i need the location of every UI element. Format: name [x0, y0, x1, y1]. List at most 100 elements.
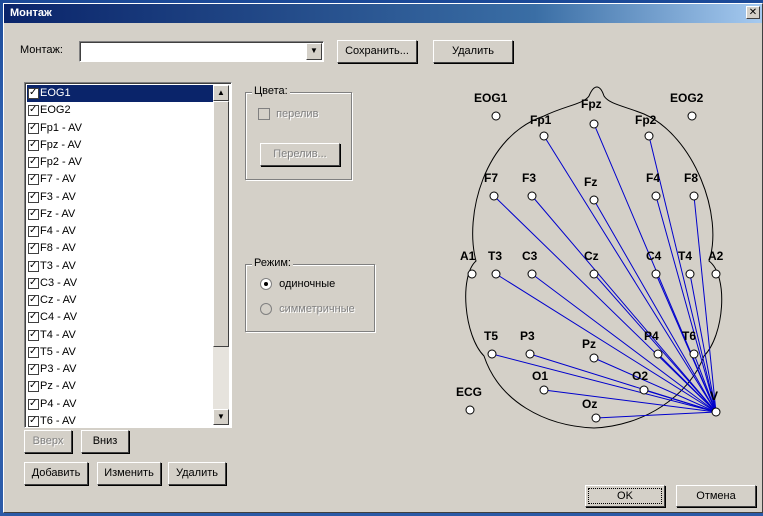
mode-group: Режим: одиночные симметричные — [245, 257, 375, 332]
electrode-t4-marker[interactable] — [685, 269, 695, 279]
montage-label: Монтаж: — [20, 44, 63, 56]
electrode-oz-marker[interactable] — [591, 413, 601, 423]
electrode-fp2-marker[interactable] — [644, 131, 654, 141]
checkbox-checked-icon[interactable] — [28, 122, 39, 134]
overflow-checkbox[interactable]: перелив — [258, 108, 318, 121]
checkbox-checked-icon[interactable] — [28, 226, 39, 238]
checkbox-checked-icon[interactable] — [28, 364, 39, 376]
list-item[interactable]: F8 - AV — [27, 240, 213, 257]
electrode-t3-marker[interactable] — [491, 269, 501, 279]
checkbox-checked-icon[interactable] — [28, 277, 39, 289]
electrode-eog2-marker[interactable] — [687, 111, 697, 121]
list-item[interactable]: Fz - AV — [27, 206, 213, 223]
list-item[interactable]: C3 - AV — [27, 275, 213, 292]
scroll-up-icon[interactable]: ▲ — [213, 85, 229, 101]
electrode-pz-marker[interactable] — [589, 353, 599, 363]
list-item[interactable]: F3 - AV — [27, 189, 213, 206]
list-item[interactable]: T5 - AV — [27, 344, 213, 361]
electrode-t5-marker[interactable] — [487, 349, 497, 359]
list-item[interactable]: C4 - AV — [27, 309, 213, 326]
checkbox-checked-icon[interactable] — [28, 208, 39, 220]
electrode-fp1-marker[interactable] — [539, 131, 549, 141]
scroll-down-icon[interactable]: ▼ — [213, 409, 229, 425]
list-item[interactable]: P3 - AV — [27, 361, 213, 378]
chevron-down-icon[interactable]: ▼ — [306, 43, 322, 60]
list-item[interactable]: Cz - AV — [27, 292, 213, 309]
save-montage-button[interactable]: Сохранить... — [337, 40, 417, 63]
electrode-c4-marker[interactable] — [651, 269, 661, 279]
list-item[interactable]: Fpz - AV — [27, 137, 213, 154]
checkbox-checked-icon[interactable] — [28, 105, 39, 117]
checkbox-checked-icon[interactable] — [28, 139, 39, 151]
electrode-cz-label: Cz — [584, 249, 599, 263]
delete-montage-button[interactable]: Удалить — [433, 40, 513, 63]
list-item[interactable]: Pz - AV — [27, 378, 213, 395]
mode-radio-single[interactable]: одиночные — [260, 278, 335, 291]
checkbox-checked-icon[interactable] — [28, 346, 39, 358]
electrode-o2-marker[interactable] — [639, 385, 649, 395]
list-item[interactable]: F7 - AV — [27, 171, 213, 188]
electrode-f3-marker[interactable] — [527, 191, 537, 201]
electrode-fz-marker[interactable] — [589, 195, 599, 205]
list-item[interactable]: EOG2 — [27, 102, 213, 119]
electrode-f8-marker[interactable] — [689, 191, 699, 201]
checkbox-checked-icon[interactable] — [28, 415, 39, 427]
connection-lines — [491, 123, 717, 419]
connection-line-c4 — [655, 273, 717, 413]
electrode-ecg-marker[interactable] — [465, 405, 475, 415]
checkbox-checked-icon[interactable] — [28, 243, 39, 255]
list-item[interactable]: T4 - AV — [27, 327, 213, 344]
electrode-f8-label: F8 — [684, 171, 698, 185]
channel-scrollbar[interactable]: ▲ ▼ — [213, 85, 229, 425]
checkbox-checked-icon[interactable] — [28, 398, 39, 410]
list-item[interactable]: Fp2 - AV — [27, 154, 213, 171]
electrode-t6-marker[interactable] — [689, 349, 699, 359]
overflow-button[interactable]: Перелив... — [260, 143, 340, 166]
close-icon[interactable]: ✕ — [746, 6, 760, 19]
electrode-head-map[interactable]: EOG1 EOG2 Fp1 Fpz Fp2 F7 F3 Fz F4 F8 A1 T3 C3 Cz C4 T4 A… — [444, 76, 744, 436]
list-item[interactable]: Fp1 - AV — [27, 120, 213, 137]
electrode-a2-marker[interactable] — [711, 269, 721, 279]
electrode-f4-marker[interactable] — [651, 191, 661, 201]
checkbox-checked-icon[interactable] — [28, 329, 39, 341]
checkbox-checked-icon[interactable] — [28, 295, 39, 307]
electrode-cz-marker[interactable] — [589, 269, 599, 279]
list-item[interactable]: T3 - AV — [27, 258, 213, 275]
checkbox-checked-icon[interactable] — [28, 157, 39, 169]
electrode-p3-marker[interactable] — [525, 349, 535, 359]
checkbox-checked-icon[interactable] — [28, 312, 39, 324]
electrode-av-marker[interactable] — [711, 407, 721, 417]
electrode-o1-marker[interactable] — [539, 385, 549, 395]
electrode-eog1-marker[interactable] — [491, 111, 501, 121]
checkbox-checked-icon[interactable] — [28, 381, 39, 393]
checkbox-checked-icon[interactable] — [28, 191, 39, 203]
electrode-f7-marker[interactable] — [489, 191, 499, 201]
ok-button[interactable]: OK — [585, 485, 665, 507]
move-down-button[interactable]: Вниз — [81, 430, 129, 453]
checkbox-checked-icon[interactable] — [28, 88, 39, 100]
montage-combobox[interactable]: ▼ — [79, 41, 324, 62]
electrode-fp1-label: Fp1 — [530, 113, 552, 127]
electrode-c3-marker[interactable] — [527, 269, 537, 279]
cancel-button[interactable]: Отмена — [676, 485, 756, 507]
list-item[interactable]: T6 - AV — [27, 413, 213, 427]
channel-listbox[interactable]: EOG1 EOG2 Fp1 - AV Fpz - AV Fp2 - AV F7 - AV F… — [24, 82, 232, 428]
list-item[interactable]: F4 - AV — [27, 223, 213, 240]
electrode-t4-label: T4 — [678, 249, 692, 263]
delete-channel-button[interactable]: Удалить — [168, 462, 226, 485]
electrode-eog1-label: EOG1 — [474, 91, 508, 105]
electrode-o1-label: O1 — [532, 369, 548, 383]
mode-radio-symmetric[interactable]: симметричные — [260, 303, 355, 316]
edit-channel-button[interactable]: Изменить — [97, 462, 161, 485]
list-item[interactable]: P4 - AV — [27, 396, 213, 413]
scroll-thumb[interactable] — [213, 101, 229, 347]
electrode-a1-marker[interactable] — [467, 269, 477, 279]
checkbox-checked-icon[interactable] — [28, 174, 39, 186]
add-channel-button[interactable]: Добавить — [24, 462, 88, 485]
electrode-fpz-marker[interactable] — [589, 119, 599, 129]
connection-line-c3 — [531, 273, 717, 413]
move-up-button[interactable]: Вверх — [24, 430, 72, 453]
electrode-p4-marker[interactable] — [653, 349, 663, 359]
list-item[interactable]: EOG1 — [27, 85, 213, 103]
checkbox-checked-icon[interactable] — [28, 260, 39, 272]
